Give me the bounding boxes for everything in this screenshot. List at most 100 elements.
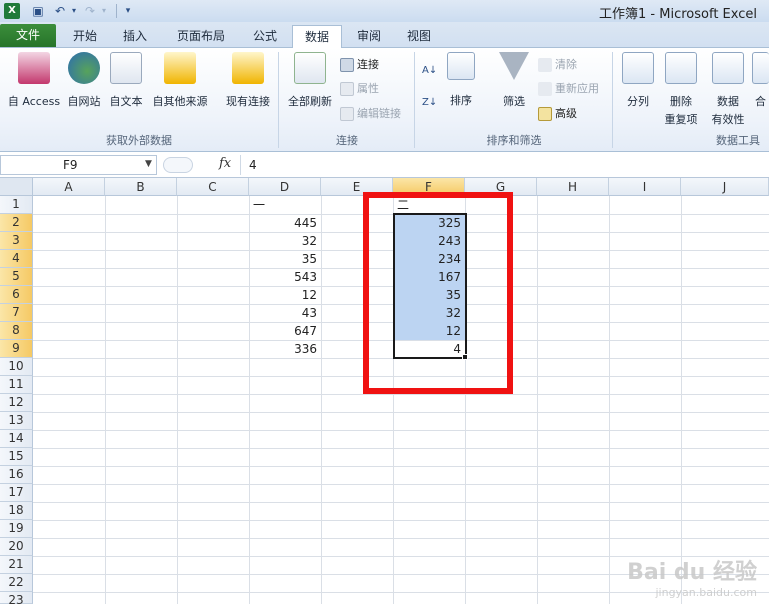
select-all-corner[interactable] [0,178,33,196]
remove-duplicates-button[interactable]: 删除 重复项 [660,52,702,127]
column-header-h[interactable]: H [537,178,609,196]
row-header-20[interactable]: 20 [0,538,33,556]
row-header-7[interactable]: 7 [0,304,33,322]
cell-d7[interactable]: 43 [249,304,321,322]
cell-d9[interactable]: 336 [249,340,321,358]
from-text-button[interactable]: 自文本 [106,52,146,109]
gridline [33,520,769,521]
cell-d1[interactable]: 一 [249,196,321,214]
row-header-1[interactable]: 1 [0,196,33,214]
clear-button[interactable]: 清除 [538,56,577,74]
from-web-button[interactable]: 自网站 [64,52,104,109]
cell-d2[interactable]: 445 [249,214,321,232]
tab-review[interactable]: 审阅 [346,25,392,48]
tab-page-layout[interactable]: 页面布局 [168,25,234,48]
sort-icon [447,52,475,80]
refresh-all-label: 全部刷新 [288,95,332,108]
worksheet-grid[interactable]: A B C D E F G H I J 1 2 3 4 5 6 7 8 9 10… [0,178,769,607]
refresh-all-button[interactable]: 全部刷新 [284,52,336,109]
cell-d5[interactable]: 543 [249,268,321,286]
advanced-button[interactable]: 高级 [538,105,577,123]
save-icon[interactable]: ▣ [30,3,46,19]
text-to-columns-button[interactable]: 分列 [620,52,656,109]
cell-d8[interactable]: 647 [249,322,321,340]
row-header-6[interactable]: 6 [0,286,33,304]
access-icon [18,52,50,84]
row-header-4[interactable]: 4 [0,250,33,268]
tab-formulas[interactable]: 公式 [244,25,286,48]
name-box[interactable]: F9 [0,155,157,175]
redo-dropdown-icon[interactable]: ▾ [96,3,112,19]
edit-links-button[interactable]: 编辑链接 [340,105,401,123]
existing-connections-icon [232,52,264,84]
cell-d3[interactable]: 32 [249,232,321,250]
insert-function-icon[interactable]: fx [219,156,231,171]
gridline [33,448,769,449]
connections-button[interactable]: 连接 [340,56,379,74]
text-file-icon [110,52,142,84]
title-bar: X ▣ ↶ ▾ ↷ ▾ ▾ 工作簿1 - Microsoft Excel [0,0,769,22]
filter-label: 筛选 [503,95,525,108]
excel-icon[interactable]: X [4,3,20,19]
from-other-sources-button[interactable]: 自其他来源 [148,52,212,109]
data-validation-label-1: 数据 [717,95,739,108]
consolidate-button[interactable]: 合 [752,52,769,109]
reapply-button[interactable]: 重新应用 [538,80,599,98]
row-header-19[interactable]: 19 [0,520,33,538]
highlight-annotation-box [363,192,513,394]
tab-data[interactable]: 数据 [292,25,342,49]
row-header-14[interactable]: 14 [0,430,33,448]
row-header-16[interactable]: 16 [0,466,33,484]
gridline [33,556,769,557]
column-header-j[interactable]: J [681,178,769,196]
clear-label: 清除 [555,58,577,71]
column-header-i[interactable]: I [609,178,681,196]
tab-view[interactable]: 视图 [396,25,442,48]
undo-dropdown-icon[interactable]: ▾ [66,3,82,19]
row-header-21[interactable]: 21 [0,556,33,574]
row-header-8[interactable]: 8 [0,322,33,340]
customize-quick-access-icon[interactable]: ▾ [120,3,136,19]
properties-button[interactable]: 属性 [340,80,379,98]
row-header-23[interactable]: 23 [0,592,33,607]
from-text-label: 自文本 [109,95,143,108]
text-to-columns-icon [622,52,654,84]
row-header-17[interactable]: 17 [0,484,33,502]
data-validation-label-2: 有效性 [711,113,745,126]
row-header-10[interactable]: 10 [0,358,33,376]
row-header-18[interactable]: 18 [0,502,33,520]
data-validation-button[interactable]: 数据 有效性 [706,52,750,127]
row-header-13[interactable]: 13 [0,412,33,430]
tab-file[interactable]: 文件 [0,24,56,47]
from-access-button[interactable]: 自 Access [6,52,62,109]
group-separator [414,52,415,148]
row-header-5[interactable]: 5 [0,268,33,286]
column-header-a[interactable]: A [33,178,105,196]
properties-icon [340,82,354,96]
chevron-down-icon[interactable]: ▼ [145,159,152,169]
sort-button[interactable]: 排序 [444,52,478,108]
existing-connections-button[interactable]: 现有连接 [222,52,274,109]
filter-button[interactable]: 筛选 [496,52,532,109]
row-header-9[interactable]: 9 [0,340,33,358]
existing-connections-label: 现有连接 [226,95,270,108]
row-header-11[interactable]: 11 [0,376,33,394]
column-header-b[interactable]: B [105,178,177,196]
formula-input[interactable]: 4 [240,155,769,175]
row-header-22[interactable]: 22 [0,574,33,592]
ribbon: 自 Access 自网站 自文本 自其他来源 现有连接 获取外部数据 全部刷新 … [0,48,769,152]
row-header-2[interactable]: 2 [0,214,33,232]
row-header-12[interactable]: 12 [0,394,33,412]
watermark-main: Bai du 经验 [627,560,757,585]
row-header-3[interactable]: 3 [0,232,33,250]
row-header-15[interactable]: 15 [0,448,33,466]
sort-descending-icon[interactable]: Z↓ [422,94,437,112]
cell-d4[interactable]: 35 [249,250,321,268]
sort-ascending-icon[interactable]: A↓ [422,62,437,80]
reapply-label: 重新应用 [555,82,599,95]
column-header-d[interactable]: D [249,178,321,196]
tab-insert[interactable]: 插入 [112,25,158,48]
column-header-c[interactable]: C [177,178,249,196]
tab-home[interactable]: 开始 [62,25,108,48]
cell-d6[interactable]: 12 [249,286,321,304]
